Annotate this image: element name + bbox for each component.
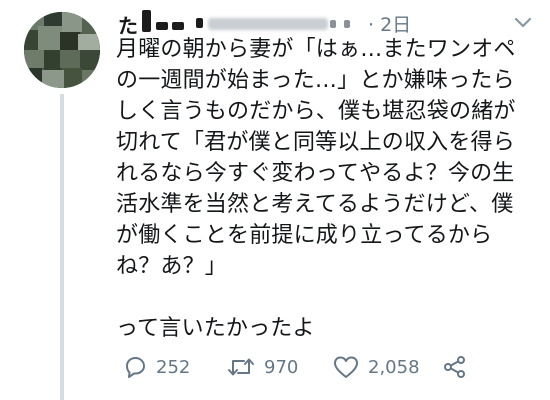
tweet-header: た · 2日 <box>116 8 532 38</box>
share-button[interactable] <box>442 352 468 382</box>
retweet-count: 970 <box>264 356 299 378</box>
redacted-mark <box>344 20 350 28</box>
redacted-mark <box>142 10 151 32</box>
tweet-actions: 252 970 2,058 <box>116 352 536 382</box>
author-name[interactable]: た <box>116 10 366 38</box>
reply-icon <box>122 354 148 380</box>
reply-count: 252 <box>156 356 191 378</box>
tweet-timestamp[interactable]: · 2日 <box>368 10 411 37</box>
like-button[interactable]: 2,058 <box>332 352 420 382</box>
retweet-icon <box>226 354 256 380</box>
chevron-down-icon[interactable] <box>514 14 532 33</box>
redacted-handle <box>208 18 328 30</box>
redacted-mark <box>156 22 168 30</box>
avatar[interactable] <box>24 12 100 88</box>
redacted-mark <box>330 20 336 28</box>
like-count: 2,058 <box>368 356 420 378</box>
share-icon <box>442 354 468 380</box>
thread-line <box>60 94 64 400</box>
tweet[interactable]: た · 2日 月曜の朝から妻が「はぁ…またワンオペ の一週間が始まった…」とか嫌… <box>0 0 550 400</box>
heart-icon <box>332 354 360 380</box>
retweet-button[interactable]: 970 <box>226 352 298 382</box>
redacted-mark <box>196 18 203 28</box>
reply-button[interactable]: 252 <box>122 352 190 382</box>
tweet-text: 月曜の朝から妻が「はぁ…またワンオペ の一週間が始まった…」とか嫌味ったら しく… <box>116 37 516 341</box>
redacted-mark <box>172 22 184 30</box>
